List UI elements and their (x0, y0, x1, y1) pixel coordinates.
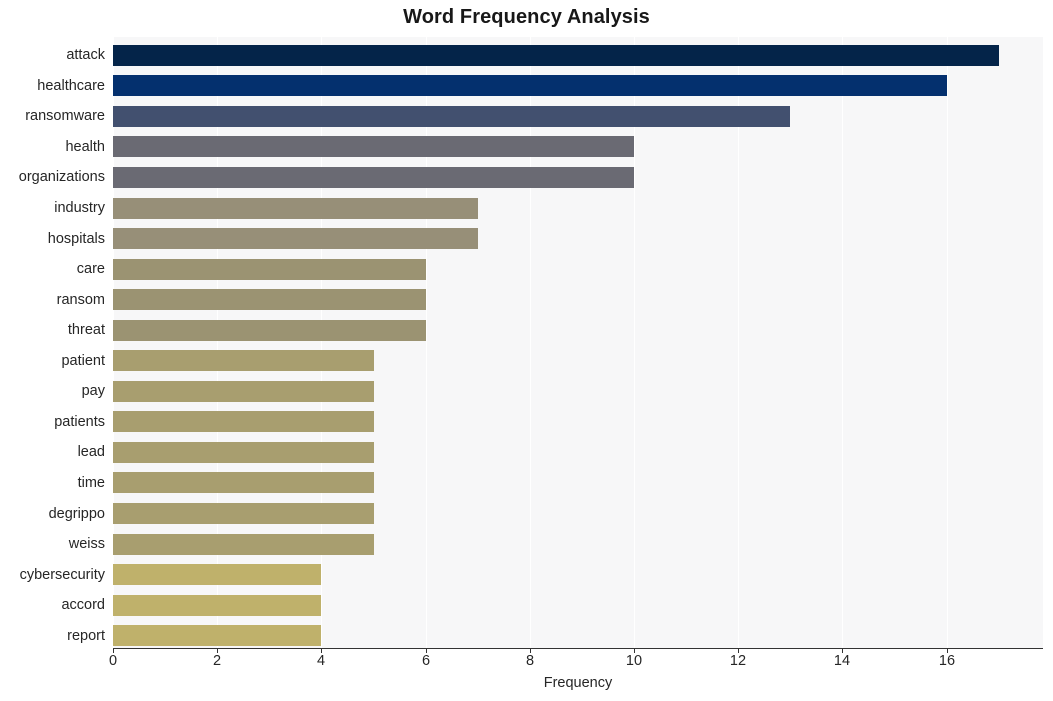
bar-ransomware (113, 105, 791, 127)
bar-industry (113, 197, 478, 219)
bar-care (113, 258, 426, 280)
x-tick-label-2: 2 (212, 653, 222, 669)
y-axis-label-patient: patient (61, 352, 105, 369)
y-axis-label-patients: patients (54, 413, 105, 430)
x-tick-label-4: 4 (316, 653, 326, 669)
bar-series (113, 37, 1043, 648)
y-axis-label-time: time (77, 474, 105, 491)
y-axis-label-care: care (76, 261, 105, 278)
y-axis-label-ransomware: ransomware (25, 108, 105, 125)
y-axis-label-healthcare: healthcare (37, 77, 105, 94)
y-axis-label-report: report (67, 627, 105, 644)
x-axis-title: Frequency (543, 675, 613, 691)
bar-patients (113, 411, 374, 433)
bar-health (113, 136, 634, 158)
bar-patient (113, 350, 374, 372)
chart-title: Word Frequency Analysis (403, 6, 650, 28)
x-tick-label-10: 10 (625, 653, 643, 669)
x-tick-label-6: 6 (421, 653, 431, 669)
bar-degrippo (113, 503, 374, 525)
y-axis-label-degrippo: degrippo (48, 505, 105, 522)
y-axis-label-pay: pay (81, 383, 105, 400)
bar-report (113, 625, 322, 647)
y-axis-label-organizations: organizations (18, 169, 105, 186)
bar-attack (113, 44, 999, 66)
x-tick-label-16: 16 (938, 653, 956, 669)
bar-accord (113, 594, 322, 616)
plot-area (113, 37, 1043, 648)
y-axis-label-accord: accord (61, 597, 105, 614)
bar-weiss (113, 533, 374, 555)
x-axis-line (113, 648, 1043, 649)
x-tick-label-0: 0 (108, 653, 118, 669)
y-axis-label-attack: attack (66, 47, 105, 64)
x-tick-label-14: 14 (833, 653, 851, 669)
bar-hospitals (113, 228, 478, 250)
bar-cybersecurity (113, 564, 322, 586)
y-axis-labels: attack healthcare ransomware health organiza… (0, 37, 105, 648)
bar-healthcare (113, 75, 947, 97)
word-frequency-chart: Word Frequency Analysis attack healthcare… (0, 0, 1053, 701)
x-tick-label-12: 12 (729, 653, 747, 669)
y-axis-label-health: health (65, 138, 105, 155)
x-tick-label-8: 8 (525, 653, 535, 669)
y-axis-label-ransom: ransom (56, 291, 105, 308)
bar-ransom (113, 289, 426, 311)
bar-organizations (113, 166, 634, 188)
y-axis-label-threat: threat (67, 322, 105, 339)
y-axis-label-industry: industry (54, 200, 105, 217)
bar-pay (113, 380, 374, 402)
y-axis-label-lead: lead (77, 444, 105, 461)
bar-threat (113, 319, 426, 341)
y-axis-label-weiss: weiss (68, 536, 105, 553)
y-axis-label-cybersecurity: cybersecurity (19, 566, 105, 583)
y-axis-label-hospitals: hospitals (47, 230, 105, 247)
bar-lead (113, 441, 374, 463)
bar-time (113, 472, 374, 494)
